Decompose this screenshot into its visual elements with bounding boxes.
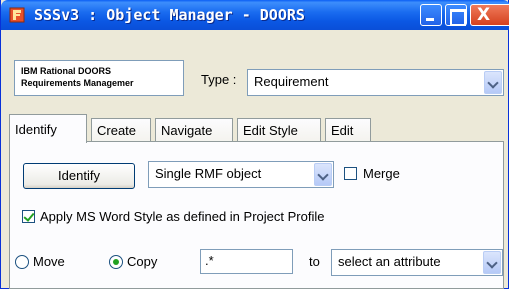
minimize-icon[interactable] bbox=[420, 4, 442, 26]
chevron-down-icon[interactable] bbox=[314, 163, 332, 186]
tab-create[interactable]: Create bbox=[91, 118, 151, 142]
apply-style-checkbox[interactable] bbox=[22, 210, 35, 223]
tab-navigate[interactable]: Navigate bbox=[155, 118, 233, 142]
attribute-select[interactable]: select an attribute bbox=[331, 249, 503, 276]
apply-style-label: Apply MS Word Style as defined in Projec… bbox=[40, 209, 325, 224]
move-radio[interactable] bbox=[15, 255, 29, 269]
tab-label: Edit Style bbox=[243, 123, 298, 138]
chevron-down-icon[interactable] bbox=[483, 251, 501, 274]
tab-label: Identify bbox=[15, 122, 57, 137]
merge-label: Merge bbox=[363, 166, 400, 181]
copy-label: Copy bbox=[127, 254, 158, 269]
close-glyph: X bbox=[477, 5, 491, 25]
tab-bar: Identify Create Navigate Edit Style Edit bbox=[9, 114, 504, 143]
identify-button[interactable]: Identify bbox=[23, 163, 135, 189]
tab-edit-style[interactable]: Edit Style bbox=[237, 118, 321, 142]
tab-edit[interactable]: Edit bbox=[325, 118, 371, 142]
merge-checkbox[interactable] bbox=[344, 167, 357, 180]
tab-identify[interactable]: Identify bbox=[9, 114, 87, 143]
attribute-select-value: select an attribute bbox=[338, 254, 441, 269]
mode-select[interactable]: Single RMF object bbox=[148, 161, 334, 188]
object-manager-window: SSSv3 : Object Manager - DOORS X IBM Rat… bbox=[0, 0, 509, 289]
mode-select-value: Single RMF object bbox=[155, 166, 262, 181]
tab-label: Navigate bbox=[161, 123, 213, 138]
logo-line-1: IBM Rational DOORS bbox=[21, 66, 112, 76]
tab-label: Edit bbox=[331, 123, 354, 138]
doors-logo: IBM Rational DOORS Requirements Manageme… bbox=[14, 60, 184, 96]
app-icon bbox=[9, 7, 25, 23]
type-select[interactable]: Requirement bbox=[247, 69, 504, 96]
move-label: Move bbox=[33, 254, 65, 269]
type-select-value: Requirement bbox=[254, 74, 329, 89]
pattern-input[interactable]: .* bbox=[200, 249, 293, 274]
maximize-icon[interactable] bbox=[445, 4, 467, 26]
copy-radio[interactable] bbox=[109, 255, 123, 269]
chevron-down-icon[interactable] bbox=[484, 71, 502, 94]
tab-label: Create bbox=[97, 123, 137, 138]
logo-line-2: Requirements Managemer bbox=[21, 78, 134, 88]
type-label: Type : bbox=[201, 72, 237, 87]
to-label: to bbox=[309, 254, 320, 269]
close-icon[interactable]: X bbox=[470, 4, 509, 26]
window-title: SSSv3 : Object Manager - DOORS bbox=[34, 6, 305, 24]
title-bar[interactable]: SSSv3 : Object Manager - DOORS X bbox=[1, 0, 509, 30]
